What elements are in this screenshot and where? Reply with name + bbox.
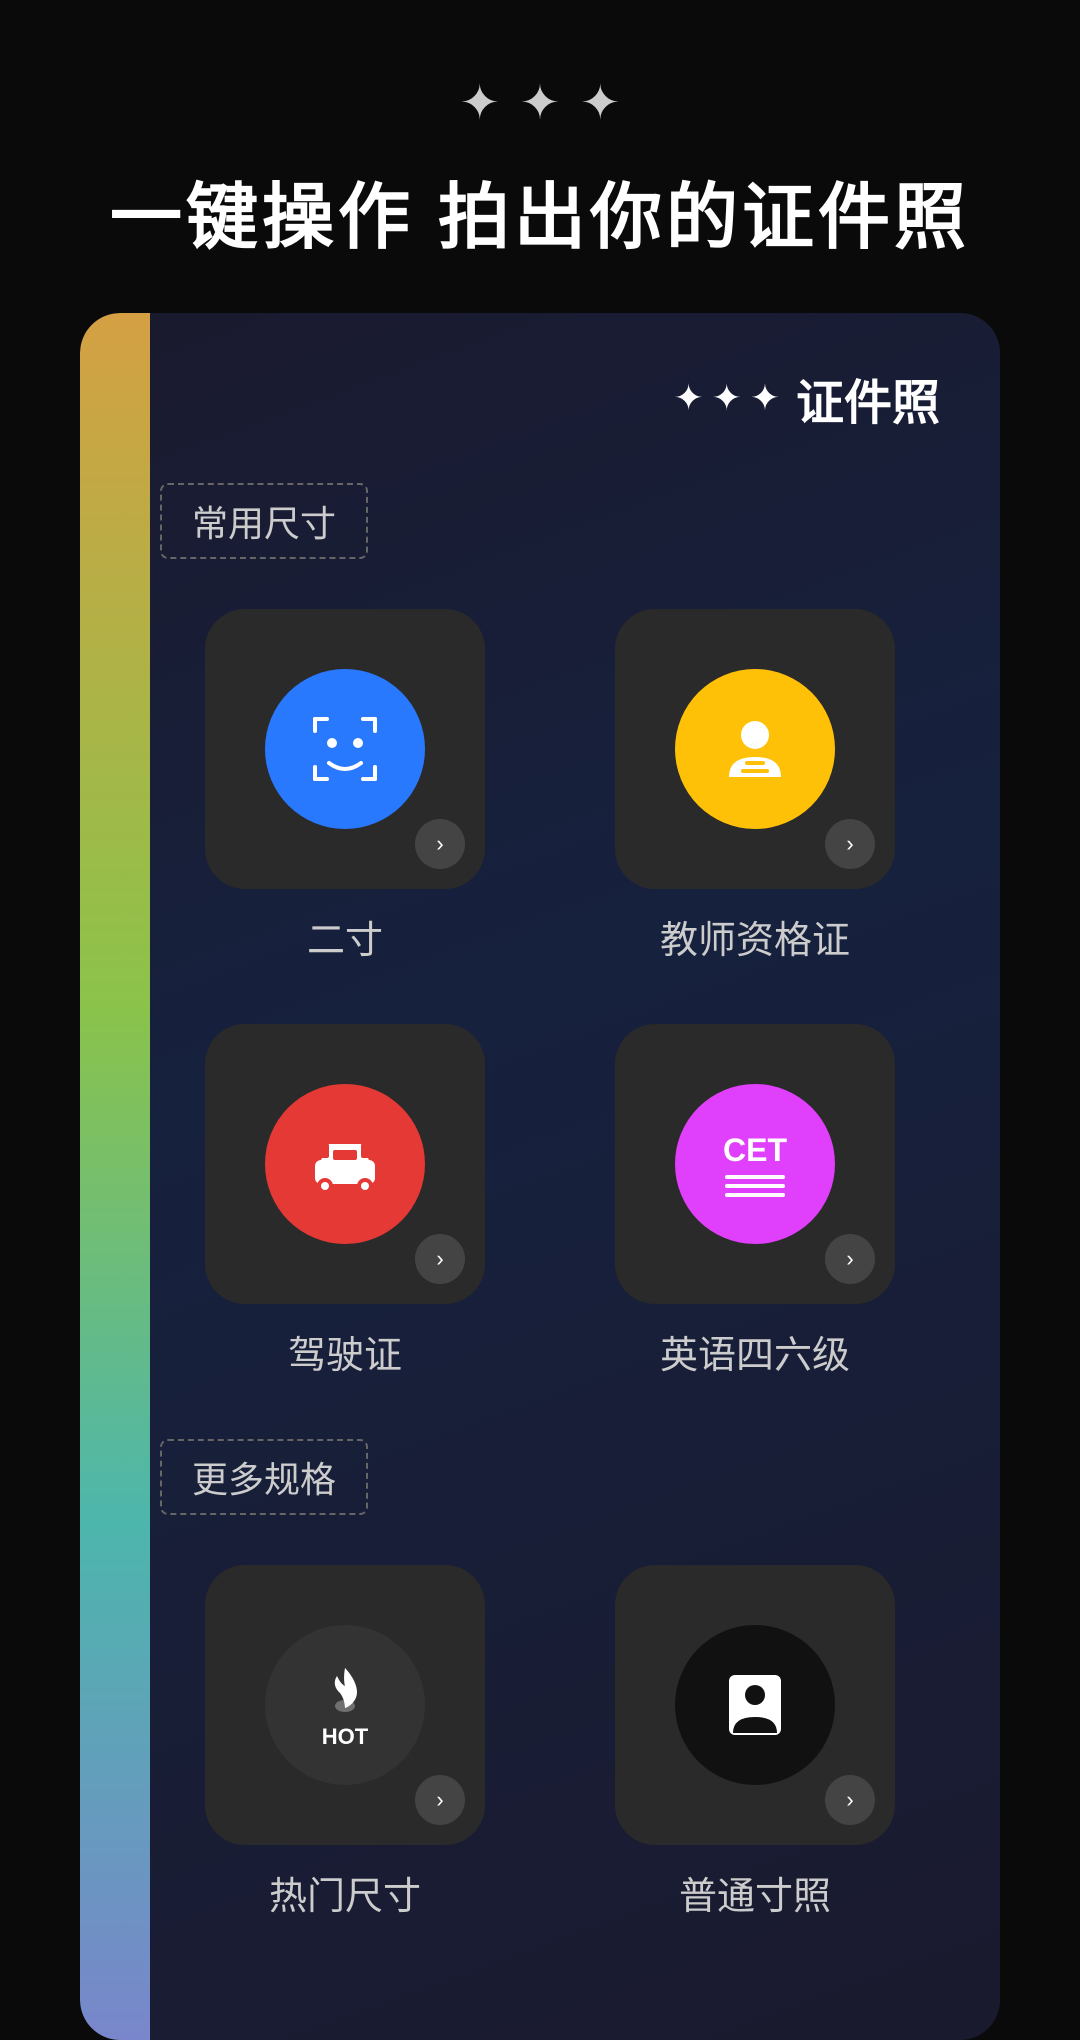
label-erchun: 二寸 (307, 909, 383, 964)
cet-text: CET (723, 1131, 787, 1169)
hot-icon (315, 1660, 375, 1720)
main-card: ✦ ✦ ✦ 证件照 常用尺寸 (80, 313, 1000, 2040)
label-driver: 驾驶证 (288, 1324, 402, 1379)
icon-container-hot[interactable]: HOT › (205, 1565, 485, 1845)
item-driver[interactable]: › 驾驶证 (160, 1024, 530, 1379)
header-section: ✦ ✦ ✦ 一键操作 拍出你的证件照 (0, 0, 1080, 313)
label-teacher: 教师资格证 (660, 909, 850, 964)
more-grid: HOT › 热门尺寸 › (160, 1565, 940, 1920)
card-header: ✦ ✦ ✦ 证件照 (160, 363, 940, 433)
card-inner: ✦ ✦ ✦ 证件照 常用尺寸 (160, 363, 940, 1920)
card-sparkle-3: ✦ (750, 377, 780, 419)
hot-label-text: HOT (322, 1724, 368, 1750)
card-sparkle-2: ✦ (712, 377, 742, 419)
icon-circle-erchun (265, 669, 425, 829)
icon-circle-teacher (675, 669, 835, 829)
card-sparkle-1: ✦ (673, 377, 703, 419)
label-cet: 英语四六级 (660, 1324, 850, 1379)
icon-container-normal[interactable]: › (615, 1565, 895, 1845)
icon-circle-normal (675, 1625, 835, 1785)
arrow-hot[interactable]: › (415, 1775, 465, 1825)
icon-container-teacher[interactable]: › (615, 609, 895, 889)
card-title: 证件照 (796, 363, 940, 433)
item-hot[interactable]: HOT › 热门尺寸 (160, 1565, 530, 1920)
label-hot: 热门尺寸 (269, 1865, 421, 1920)
item-cet[interactable]: CET › 英语四六级 (570, 1024, 940, 1379)
section-more-label: 更多规格 (160, 1439, 368, 1515)
arrow-cet[interactable]: › (825, 1234, 875, 1284)
section-common-label: 常用尺寸 (160, 483, 368, 559)
icon-circle-driver (265, 1084, 425, 1244)
main-title: 一键操作 拍出你的证件照 (110, 158, 970, 263)
common-grid: › 二寸 › 教师资格证 (160, 609, 940, 1379)
icon-circle-cet: CET (675, 1084, 835, 1244)
icon-circle-hot: HOT (265, 1625, 425, 1785)
sparkle-1: ✦ (460, 80, 500, 128)
sparkle-2: ✦ (520, 80, 560, 128)
arrow-erchun[interactable]: › (415, 819, 465, 869)
arrow-normal[interactable]: › (825, 1775, 875, 1825)
item-teacher[interactable]: › 教师资格证 (570, 609, 940, 964)
person-icon (715, 1665, 795, 1745)
icon-container-erchun[interactable]: › (205, 609, 485, 889)
arrow-driver[interactable]: › (415, 1234, 465, 1284)
label-normal: 普通寸照 (679, 1865, 831, 1920)
icon-container-cet[interactable]: CET › (615, 1024, 895, 1304)
sparkle-3: ✦ (580, 80, 620, 128)
card-sparkles: ✦ ✦ ✦ (673, 377, 780, 419)
arrow-teacher[interactable]: › (825, 819, 875, 869)
item-erchun[interactable]: › 二寸 (160, 609, 530, 964)
top-sparkles: ✦ ✦ ✦ (460, 80, 621, 128)
car-icon (305, 1124, 385, 1204)
item-normal[interactable]: › 普通寸照 (570, 1565, 940, 1920)
icon-container-driver[interactable]: › (205, 1024, 485, 1304)
teacher-icon (715, 709, 795, 789)
face-scan-icon (305, 709, 385, 789)
